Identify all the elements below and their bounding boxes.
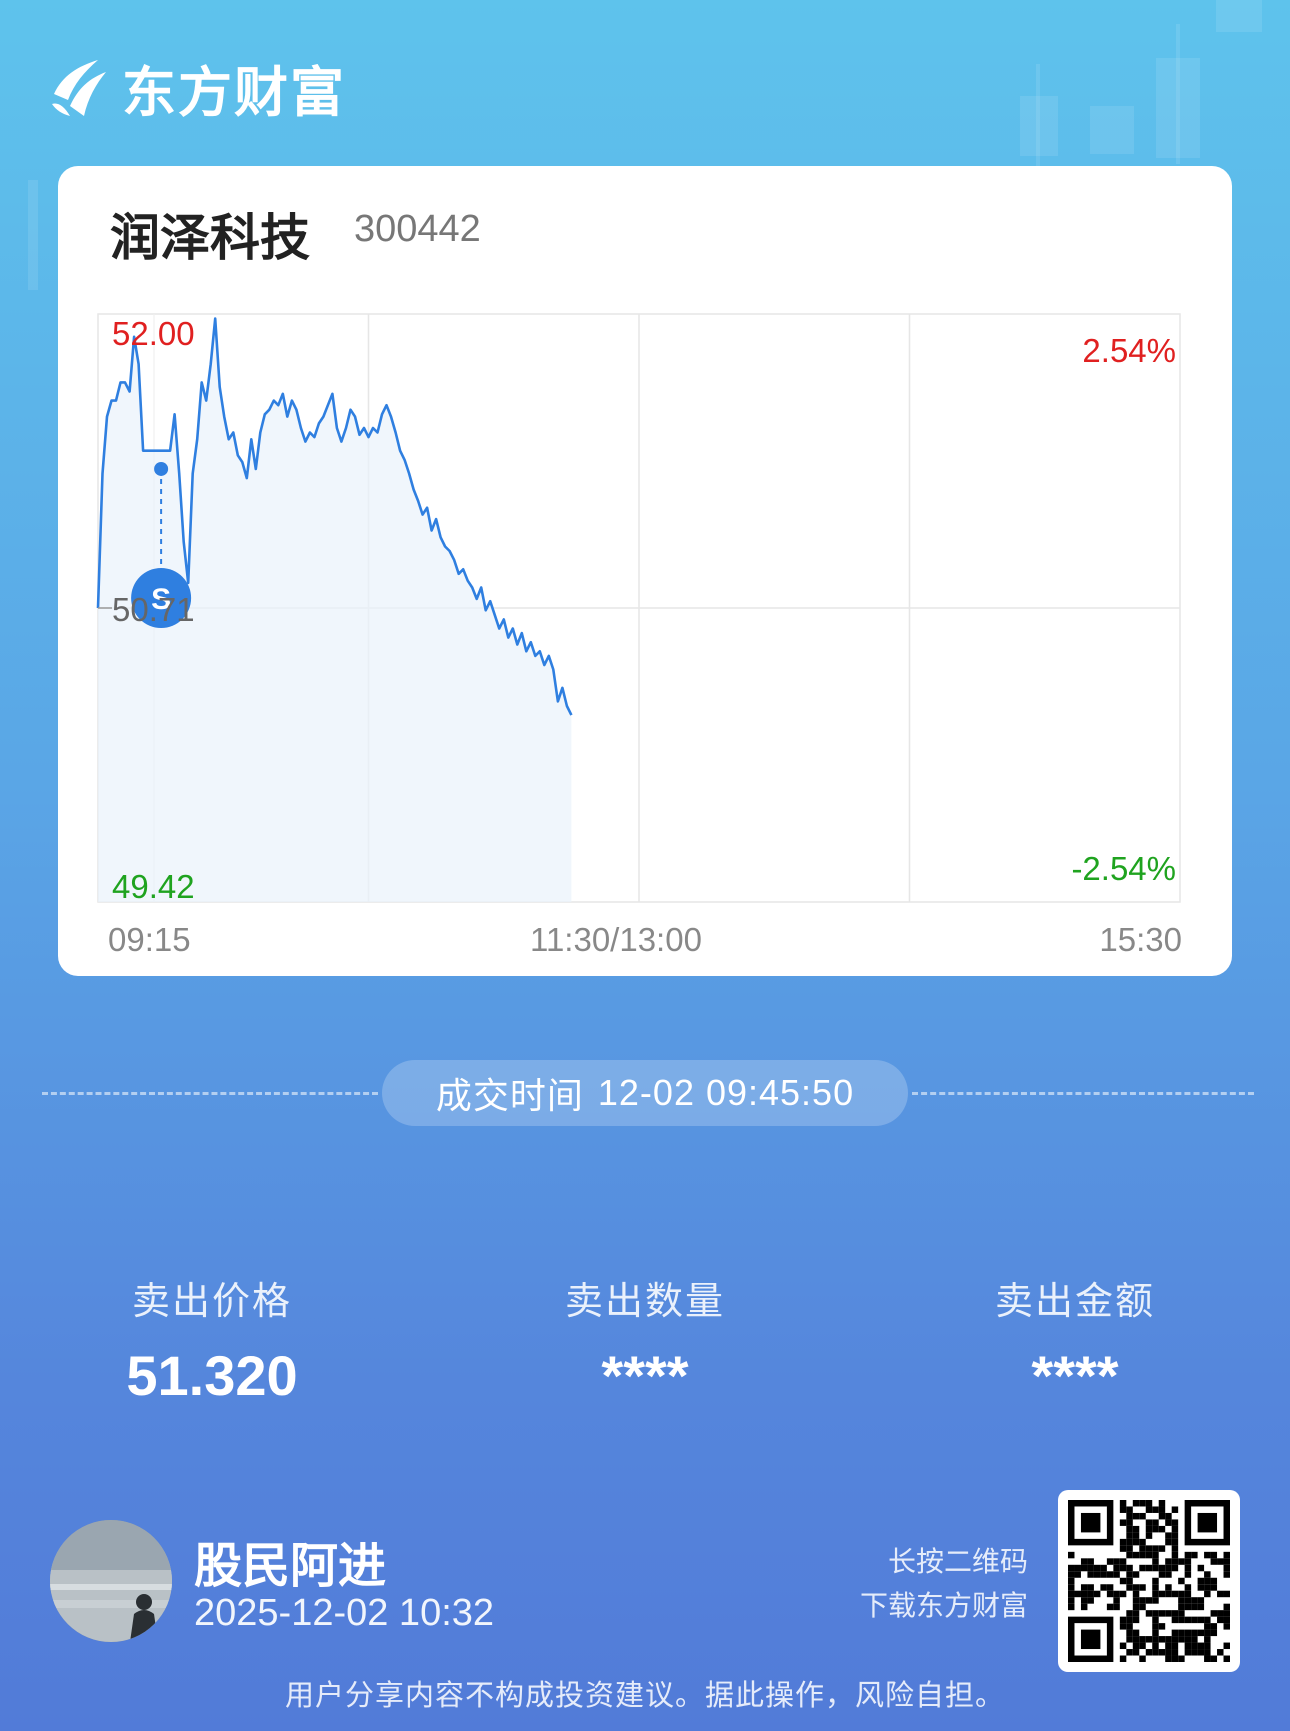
y-label-high: 52.00	[112, 315, 195, 352]
qr-hint-line1: 长按二维码	[887, 1545, 1028, 1578]
sell-price-value: 51.320	[126, 1344, 298, 1407]
disclaimer: 用户分享内容不构成投资建议。据此操作，风险自担。	[284, 1678, 1005, 1712]
dongfang-caifu-logo-icon	[52, 59, 106, 116]
sell-amount-value: ****	[1031, 1344, 1119, 1407]
x-label-midday: 11:30/13:00	[530, 921, 702, 958]
stock-card[interactable]: 润泽科技 300442 S 52.00 50.71 49.42 2.54% -2…	[58, 166, 1232, 976]
bg-candle-4	[1216, 0, 1262, 32]
pct-label-high: 2.54%	[1082, 332, 1176, 369]
trade-time-pill: 成交时间 12-02 09:45:50	[382, 1060, 908, 1126]
bg-candle-wick	[1176, 24, 1180, 164]
y-label-low: 49.42	[112, 868, 195, 905]
sell-amount-stat: 卖出金额 ****	[925, 1270, 1225, 1408]
x-label-close: 15:30	[1099, 921, 1182, 958]
bg-candle-wick	[1036, 64, 1040, 174]
qr-code[interactable]	[1058, 1490, 1240, 1672]
avatar-image	[50, 1520, 172, 1642]
share-time: 2025-12-02 10:32	[194, 1592, 495, 1634]
avatar[interactable]	[50, 1520, 172, 1642]
sell-marker-dot	[154, 461, 169, 476]
bg-candle-left	[28, 180, 38, 290]
sell-price-stat: 卖出价格 51.320	[62, 1270, 362, 1408]
divider-left	[42, 1092, 378, 1095]
brand-name: 东方财富	[122, 61, 346, 124]
user-name: 股民阿进	[194, 1538, 387, 1594]
y-label-prev-close: 50.71	[112, 591, 195, 628]
bg-candle-2	[1090, 106, 1134, 154]
sell-price-label: 卖出价格	[131, 1279, 292, 1323]
qr-hint: 长按二维码 下载东方财富	[860, 1540, 1028, 1628]
qr-hint-line2: 下载东方财富	[859, 1589, 1028, 1622]
brand-logo: 东方财富	[48, 48, 346, 127]
pct-label-low: -2.54%	[1071, 850, 1176, 887]
sell-qty-value: ****	[601, 1344, 689, 1407]
qr-code-icon	[1068, 1500, 1230, 1662]
sell-qty-label: 卖出数量	[564, 1279, 725, 1323]
trade-time-value: 12-02 09:45:50	[597, 1072, 855, 1113]
x-label-open: 09:15	[108, 921, 191, 958]
sell-amount-label: 卖出金额	[994, 1279, 1155, 1323]
divider-right	[912, 1092, 1254, 1095]
trade-time-label: 成交时间	[435, 1076, 584, 1117]
intraday-chart: S 52.00 50.71 49.42 2.54% -2.54% 09:15 1…	[96, 313, 1182, 958]
sell-qty-stat: 卖出数量 ****	[495, 1270, 795, 1408]
